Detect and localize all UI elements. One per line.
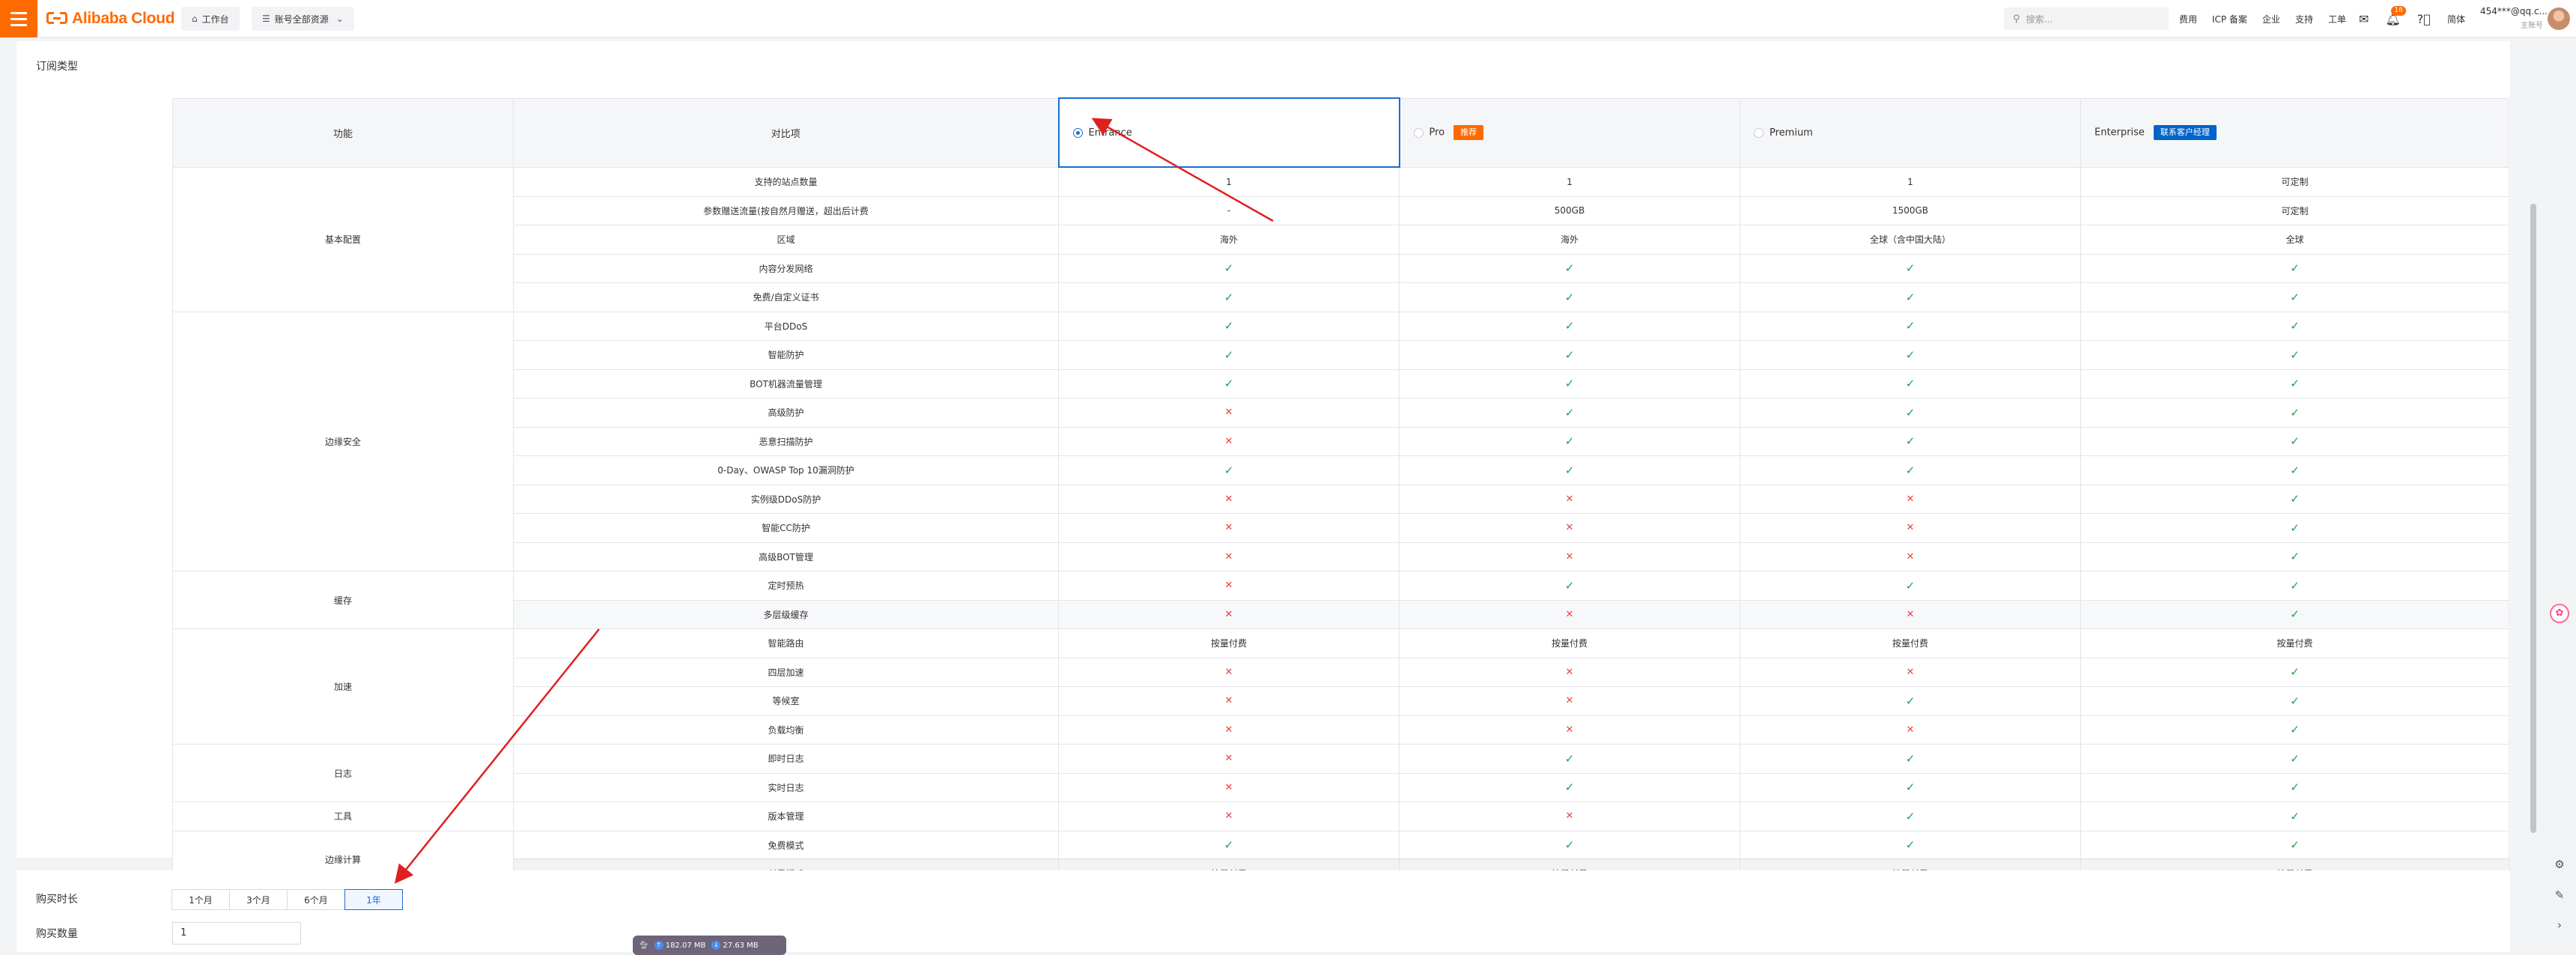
annotation-arrows: [394, 118, 1274, 884]
arrow-to-entrance-plan: [1091, 118, 1274, 222]
arrow-to-duration: [394, 628, 600, 884]
duration-option-3[interactable]: 1年: [344, 889, 403, 910]
